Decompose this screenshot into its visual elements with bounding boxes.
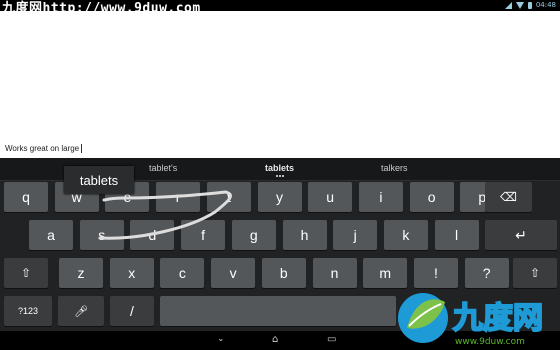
logo-url: www.9duw.com	[455, 337, 525, 347]
gesture-preview: tablets	[64, 166, 134, 194]
logo-brand: 九度网	[453, 301, 543, 336]
brand-logo: 九度网 www.9duw.com	[398, 293, 544, 347]
back-icon[interactable]: ⌄	[217, 334, 225, 344]
recents-icon[interactable]: ▭	[327, 334, 336, 345]
home-icon[interactable]: ⌂	[272, 334, 278, 345]
